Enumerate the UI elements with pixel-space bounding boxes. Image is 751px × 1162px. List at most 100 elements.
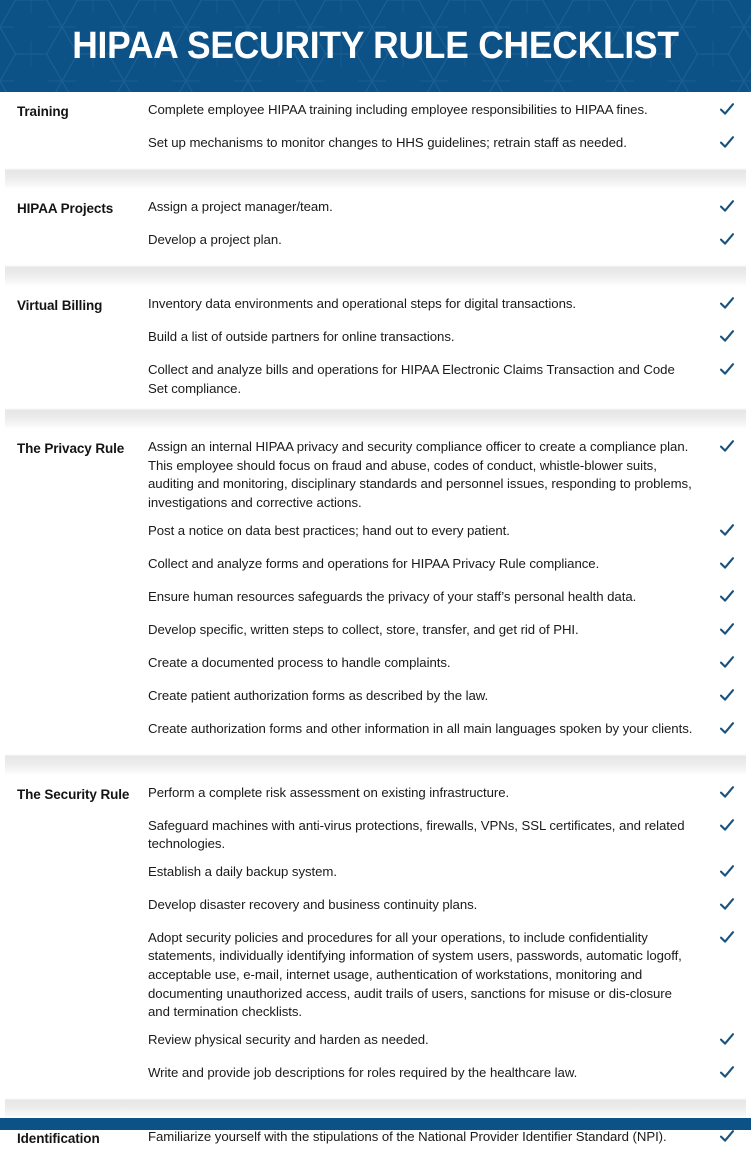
checklist-row[interactable]: Ensure human resources safeguards the pr…	[0, 588, 751, 612]
checkmark-icon	[719, 687, 735, 703]
checklist-row[interactable]: Develop a project plan.	[0, 231, 751, 255]
checklist-row[interactable]: Collect and analyze forms and operations…	[0, 555, 751, 579]
section-label	[0, 621, 148, 622]
checkmark-icon	[719, 1031, 735, 1047]
checklist-item-text: Familiarize yourself with the stipulatio…	[148, 1128, 667, 1144]
checkmark-icon	[719, 1128, 735, 1144]
checklist-row[interactable]: Set up mechanisms to monitor changes to …	[0, 134, 751, 158]
checklist-row[interactable]: Create authorization forms and other inf…	[0, 720, 751, 744]
checkmark-icon	[719, 784, 735, 800]
checklist-item-checkbox[interactable]	[703, 1064, 751, 1085]
checkmark-icon	[719, 295, 735, 311]
checkmark-icon	[719, 198, 735, 214]
checklist-row[interactable]: The Security Rule Perform a complete risk…	[0, 784, 751, 808]
checklist-row[interactable]: Establish a daily backup system.	[0, 863, 751, 887]
checklist-item-text: Develop a project plan.	[148, 232, 282, 247]
section-label	[0, 522, 148, 523]
section-label: Training	[17, 104, 69, 119]
checkmark-icon	[719, 522, 735, 538]
checklist-item-text: Safeguard machines with anti-virus prote…	[148, 817, 685, 852]
section-separator	[0, 265, 751, 286]
checklist-item-text: Adopt security policies and procedures f…	[148, 929, 682, 1020]
checklist-item-checkbox[interactable]	[703, 134, 751, 155]
checkmark-icon	[719, 720, 735, 736]
checklist-row[interactable]: Training Complete employee HIPAA training…	[0, 101, 751, 125]
checkmark-icon	[719, 588, 735, 604]
checklist-item-text: Inventory data environments and operatio…	[148, 296, 577, 311]
checklist-item-checkbox[interactable]	[703, 438, 751, 459]
checklist-item-checkbox[interactable]	[703, 1031, 751, 1052]
checklist-item-checkbox[interactable]	[703, 896, 751, 917]
checklist-item-text: Ensure human resources safeguards the pr…	[148, 588, 637, 604]
section-label	[0, 328, 148, 329]
checklist-item-checkbox[interactable]	[703, 1128, 751, 1149]
checkmark-icon	[719, 134, 735, 150]
checkmark-icon	[719, 896, 735, 912]
checklist-item-checkbox[interactable]	[703, 687, 751, 708]
section-label	[0, 588, 148, 589]
checklist-row[interactable]: Build a list of outside partners for onl…	[0, 328, 751, 352]
section-label	[0, 817, 148, 818]
checklist-section: HIPAA Projects Assign a project manager/t…	[0, 189, 751, 265]
checklist-row[interactable]: Identification Familiarize yourself with …	[0, 1128, 751, 1152]
checklist-item-checkbox[interactable]	[703, 720, 751, 741]
checklist-item-text: Develop disaster recovery and business c…	[148, 896, 478, 912]
section-separator	[0, 1097, 751, 1119]
checklist-row[interactable]: Develop specific, written steps to colle…	[0, 621, 751, 645]
checklist-item-checkbox[interactable]	[703, 929, 751, 950]
page-header: HIPAA SECURITY RULE CHECKLIST	[0, 0, 751, 92]
checklist-item-checkbox[interactable]	[703, 361, 751, 382]
checklist-item-checkbox[interactable]	[703, 328, 751, 349]
section-label	[0, 720, 148, 721]
checklist-item-checkbox[interactable]	[703, 555, 751, 576]
checklist-item-text: Complete employee HIPAA training includi…	[148, 102, 648, 117]
checklist-row[interactable]: Safeguard machines with anti-virus prote…	[0, 817, 751, 854]
checklist-item-checkbox[interactable]	[703, 784, 751, 805]
checklist-row[interactable]: The Privacy Rule Assign an internal HIPAA…	[0, 438, 751, 512]
checkmark-icon	[719, 231, 735, 247]
checklist-row[interactable]: Collect and analyze bills and operations…	[0, 361, 751, 398]
section-label	[0, 134, 148, 135]
section-label	[0, 1064, 148, 1065]
section-label	[0, 555, 148, 556]
checklist-item-text: Build a list of outside partners for onl…	[148, 329, 455, 344]
section-label	[0, 929, 148, 930]
checkmark-icon	[719, 1064, 735, 1080]
checklist-item-text: Collect and analyze forms and operations…	[148, 555, 600, 571]
checklist-row[interactable]: Create patient authorization forms as de…	[0, 687, 751, 711]
checklist-item-text: Develop specific, written steps to colle…	[148, 621, 579, 637]
checklist-item-checkbox[interactable]	[703, 295, 751, 316]
checklist-row[interactable]: Write and provide job descriptions for r…	[0, 1064, 751, 1088]
checklist-row[interactable]: HIPAA Projects Assign a project manager/t…	[0, 198, 751, 222]
page-title: HIPAA SECURITY RULE CHECKLIST	[72, 25, 679, 67]
section-label: The Privacy Rule	[17, 441, 125, 457]
checklist-item-checkbox[interactable]	[703, 588, 751, 609]
checklist-item-checkbox[interactable]	[703, 198, 751, 219]
checkmark-icon	[719, 361, 735, 377]
checklist-item-text: Assign a project manager/team.	[148, 199, 333, 214]
checklist-item-checkbox[interactable]	[703, 621, 751, 642]
checklist-item-text: Write and provide job descriptions for r…	[148, 1064, 578, 1080]
checklist-row[interactable]: Develop disaster recovery and business c…	[0, 896, 751, 920]
checklist-row[interactable]: Post a notice on data best practices; ha…	[0, 522, 751, 546]
checkmark-icon	[719, 101, 735, 117]
section-label	[0, 361, 148, 362]
checklist-item-checkbox[interactable]	[703, 101, 751, 122]
section-label: The Security Rule	[17, 786, 130, 802]
checklist-row[interactable]: Adopt security policies and procedures f…	[0, 929, 751, 1022]
page-footer	[0, 1118, 751, 1130]
checklist-row[interactable]: Virtual Billing Inventory data environmen…	[0, 295, 751, 319]
checklist-item-text: Review physical security and harden as n…	[148, 1031, 429, 1047]
section-label	[0, 896, 148, 897]
checklist-row[interactable]: Create a documented process to handle co…	[0, 654, 751, 678]
checklist-item-checkbox[interactable]	[703, 654, 751, 675]
checklist-item-checkbox[interactable]	[703, 863, 751, 884]
checklist-section: Training Complete employee HIPAA training…	[0, 92, 751, 168]
checklist-item-checkbox[interactable]	[703, 817, 751, 838]
checklist-item-checkbox[interactable]	[703, 522, 751, 543]
checkmark-icon	[719, 863, 735, 879]
checklist-row[interactable]: Review physical security and harden as n…	[0, 1031, 751, 1055]
checklist-item-checkbox[interactable]	[703, 231, 751, 252]
checklist-item-text: Create patient authorization forms as de…	[148, 687, 489, 703]
checklist-item-text: Collect and analyze bills and operations…	[148, 362, 675, 396]
